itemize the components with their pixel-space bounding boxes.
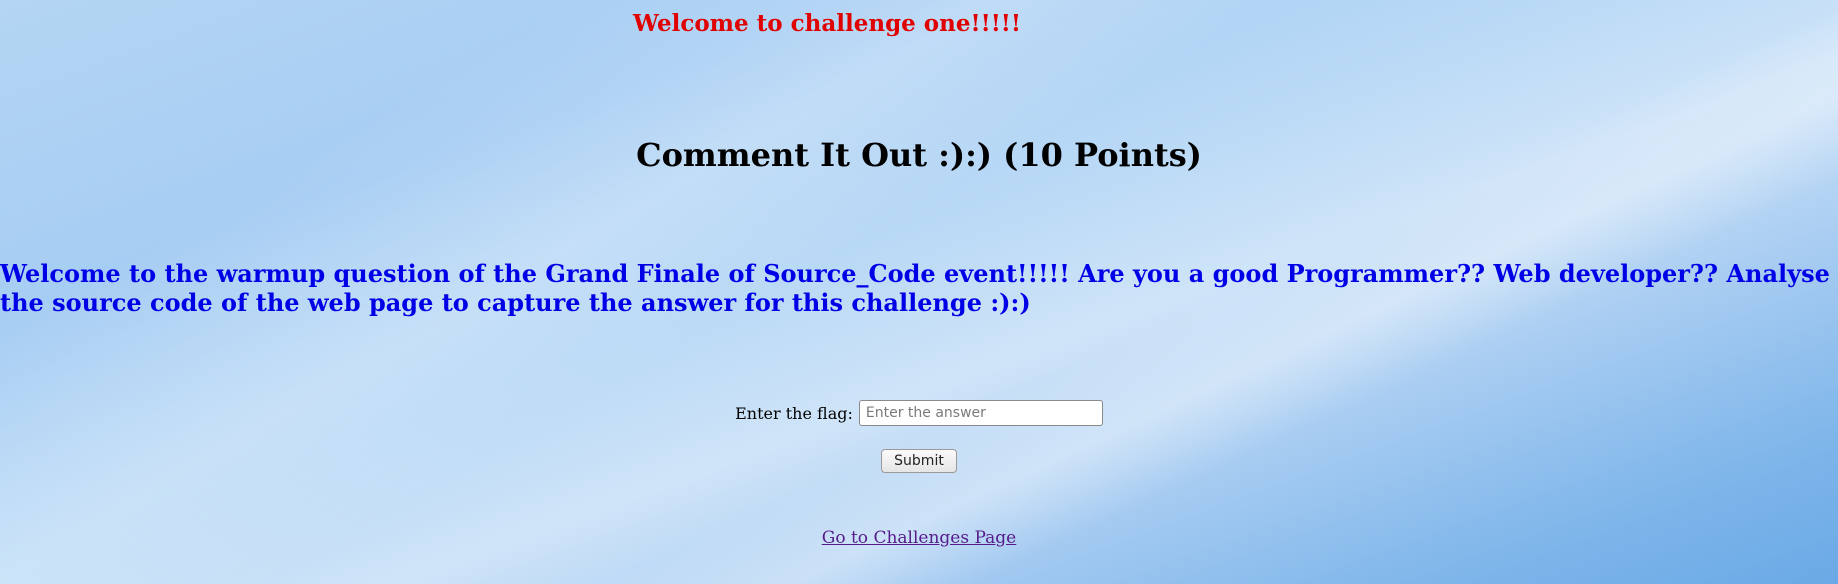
submit-button[interactable]: Submit <box>881 449 957 473</box>
footer-links: Go to Challenges Page <box>0 528 1838 548</box>
flag-label: Enter the flag: <box>735 403 853 423</box>
submit-row: Submit <box>0 449 1838 473</box>
flag-form-row: Enter the flag: <box>0 400 1838 426</box>
welcome-heading: Welcome to challenge one!!!!! <box>633 10 1021 37</box>
challenges-page-link[interactable]: Go to Challenges Page <box>822 528 1017 548</box>
flag-input[interactable] <box>858 400 1103 426</box>
challenge-title: Comment It Out :):) (10 Points) <box>636 136 1202 174</box>
challenge-description: Welcome to the warmup question of the Gr… <box>0 259 1830 317</box>
